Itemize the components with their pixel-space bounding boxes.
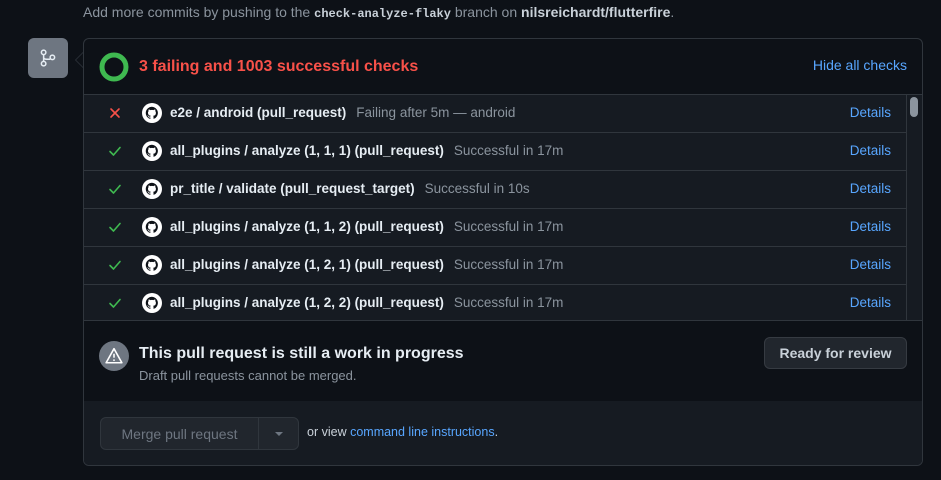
check-description: Successful in 17m bbox=[453, 143, 564, 158]
check-icon bbox=[108, 220, 122, 234]
wip-title: This pull request is still a work in pro… bbox=[139, 345, 464, 362]
check-name: all_plugins / analyze (1, 2, 2) (pull_re… bbox=[170, 295, 564, 310]
check-name: all_plugins / analyze (1, 1, 2) (pull_re… bbox=[170, 219, 564, 234]
details-link[interactable]: Details bbox=[850, 257, 891, 272]
checks-summary-title: 3 failing and 1003 successful checks bbox=[139, 58, 419, 75]
merge-hint-suffix: . bbox=[494, 425, 499, 439]
merge-options-dropdown[interactable] bbox=[259, 418, 298, 449]
merge-hint-prefix: or view bbox=[307, 425, 347, 439]
merge-box: 3 failing and 1003 successful checks Hid… bbox=[83, 38, 923, 466]
check-name: e2e / android (pull_request) Failing afte… bbox=[170, 105, 516, 120]
push-hint-suffix: . bbox=[670, 4, 675, 20]
alert-icon bbox=[99, 341, 129, 371]
x-icon bbox=[108, 106, 122, 120]
checks-list[interactable]: e2e / android (pull_request) Failing afte… bbox=[84, 95, 922, 320]
github-icon bbox=[142, 217, 162, 237]
check-row: all_plugins / analyze (1, 2, 1) (pull_re… bbox=[84, 247, 907, 285]
github-icon bbox=[142, 179, 162, 199]
check-name: all_plugins / analyze (1, 1, 1) (pull_re… bbox=[170, 143, 564, 158]
check-icon bbox=[108, 296, 122, 310]
status-ring-icon bbox=[99, 52, 129, 82]
check-row: all_plugins / analyze (1, 1, 1) (pull_re… bbox=[84, 133, 907, 171]
check-row: all_plugins / analyze (1, 2, 2) (pull_re… bbox=[84, 285, 907, 320]
repo-name: nilsreichardt/flutterfire bbox=[521, 4, 671, 20]
check-row: all_plugins / analyze (1, 1, 2) (pull_re… bbox=[84, 209, 907, 247]
check-icon bbox=[108, 144, 122, 158]
details-link[interactable]: Details bbox=[850, 219, 891, 234]
check-description: Successful in 17m bbox=[453, 295, 564, 310]
merge-pull-request-button[interactable]: Merge pull request bbox=[101, 418, 259, 449]
wip-notice: This pull request is still a work in pro… bbox=[84, 320, 922, 402]
check-icon bbox=[108, 258, 122, 272]
merge-button-group: Merge pull request bbox=[100, 417, 299, 450]
ready-for-review-button[interactable]: Ready for review bbox=[764, 337, 907, 369]
check-name: all_plugins / analyze (1, 2, 1) (pull_re… bbox=[170, 257, 564, 272]
panel-pointer bbox=[75, 52, 83, 68]
github-icon bbox=[142, 103, 162, 123]
check-description: Successful in 17m bbox=[453, 219, 564, 234]
branch-name: check-analyze-flaky bbox=[314, 7, 451, 21]
details-link[interactable]: Details bbox=[850, 181, 891, 196]
command-line-instructions-link[interactable]: command line instructions bbox=[350, 425, 495, 439]
details-link[interactable]: Details bbox=[850, 143, 891, 158]
checks-summary: 3 failing and 1003 successful checks Hid… bbox=[84, 39, 922, 95]
check-icon bbox=[108, 182, 122, 196]
git-pull-request-icon bbox=[28, 38, 68, 78]
details-link[interactable]: Details bbox=[850, 105, 891, 120]
github-icon bbox=[142, 141, 162, 161]
check-row: e2e / android (pull_request) Failing afte… bbox=[84, 95, 907, 133]
check-description: Failing after 5m — android bbox=[356, 105, 516, 120]
scroll-thumb[interactable] bbox=[910, 97, 918, 117]
github-icon bbox=[142, 255, 162, 275]
merge-area: Merge pull request or view command line … bbox=[84, 401, 922, 465]
wip-subtitle: Draft pull requests cannot be merged. bbox=[139, 368, 357, 383]
check-row: pr_title / validate (pull_request_target… bbox=[84, 171, 907, 209]
merge-hint: or view command line instructions. bbox=[307, 425, 498, 439]
push-hint-prefix: Add more commits by pushing to the bbox=[83, 4, 311, 20]
triangle-down-icon bbox=[274, 431, 283, 436]
check-description: Successful in 10s bbox=[424, 181, 530, 196]
github-icon bbox=[142, 293, 162, 313]
details-link[interactable]: Details bbox=[850, 295, 891, 310]
hide-all-checks-link[interactable]: Hide all checks bbox=[813, 57, 907, 73]
push-hint-middle: branch on bbox=[454, 4, 518, 20]
check-description: Successful in 17m bbox=[453, 257, 564, 272]
check-name: pr_title / validate (pull_request_target… bbox=[170, 181, 530, 196]
push-hint: Add more commits by pushing to the check… bbox=[83, 4, 674, 21]
checks-scrollbar[interactable] bbox=[906, 95, 922, 320]
